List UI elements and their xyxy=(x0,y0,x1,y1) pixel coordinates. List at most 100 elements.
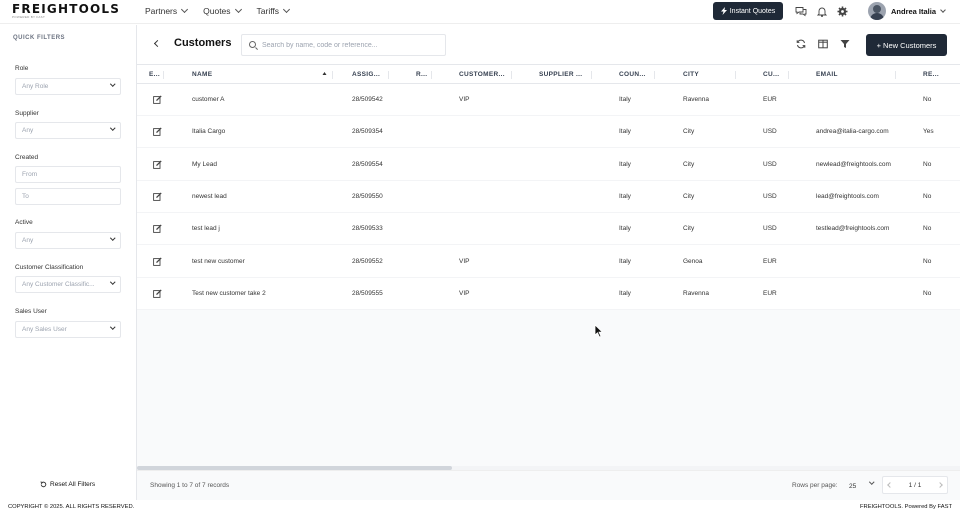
user-name: Andrea Italia xyxy=(891,6,937,16)
cell-re: No xyxy=(923,257,932,265)
sales-user-label: Sales User xyxy=(15,308,47,315)
instant-quotes-button[interactable]: Instant Quotes xyxy=(713,2,783,20)
rows-per-page-value: 25 xyxy=(849,482,857,490)
sort-asc-icon[interactable] xyxy=(322,71,327,76)
cell-assigned: 28/509542 xyxy=(352,96,383,103)
table-row[interactable]: Test new customer take 2 28/509555 VIP Ital… xyxy=(137,277,960,310)
refresh-icon[interactable] xyxy=(796,39,806,49)
chevron-down-icon xyxy=(940,6,946,13)
bell-icon[interactable] xyxy=(816,5,828,17)
col-separator[interactable] xyxy=(388,71,389,79)
chat-icon[interactable] xyxy=(795,5,807,17)
created-to-input[interactable]: To xyxy=(15,188,121,205)
table-row[interactable]: newest lead 28/509550 Italy City USD lead@fre… xyxy=(137,180,960,213)
customer-classification-select[interactable]: Any Customer Classific... xyxy=(15,276,121,293)
col-header-email[interactable]: EMAIL xyxy=(816,71,838,78)
edit-icon[interactable] xyxy=(153,192,162,201)
active-label: Active xyxy=(15,219,33,226)
edit-icon[interactable] xyxy=(153,256,162,266)
nav-partners[interactable]: Partners xyxy=(145,5,189,16)
user-menu[interactable]: Andrea Italia xyxy=(868,2,946,20)
table-row[interactable]: test lead j 28/509533 Italy City USD testlead… xyxy=(137,213,960,246)
prev-page-icon[interactable] xyxy=(887,482,893,488)
freightools-logo[interactable]: FREIGHTOOLS POWERED BY FAST xyxy=(12,3,132,19)
table-row[interactable]: customer A 28/509542 VIP Italy Ravenna EUR No xyxy=(137,84,960,116)
col-separator[interactable] xyxy=(654,71,655,79)
edit-icon[interactable] xyxy=(153,127,162,137)
col-header-assigned[interactable]: ASSIG... xyxy=(352,71,380,78)
gear-icon[interactable] xyxy=(836,5,848,17)
copyright-text: COPYRIGHT © 2025. ALL RIGHTS RESERVED. xyxy=(8,504,135,510)
col-header-country[interactable]: COUN... xyxy=(619,71,646,78)
col-separator[interactable] xyxy=(332,71,333,79)
supplier-select[interactable]: Any xyxy=(15,122,121,139)
cell-currency: EUR xyxy=(763,96,777,103)
nav-quotes[interactable]: Quotes xyxy=(203,5,242,16)
table-row[interactable]: My Lead 28/509554 Italy City USD newlead@frei… xyxy=(137,148,960,181)
columns-icon[interactable] xyxy=(818,39,828,49)
col-separator[interactable] xyxy=(511,71,512,79)
col-header-re[interactable]: RE... xyxy=(923,71,939,78)
col-header-r[interactable]: R... xyxy=(416,71,427,78)
cell-currency: USD xyxy=(763,225,777,233)
page-header: Customers + New Customers xyxy=(137,25,960,64)
col-separator[interactable] xyxy=(163,71,164,79)
col-header-supplier[interactable]: SUPPLIER ... xyxy=(539,71,582,78)
chevron-down-icon xyxy=(181,5,189,14)
sales-user-select[interactable]: Any Sales User xyxy=(15,321,121,338)
created-from-input[interactable]: From xyxy=(15,166,121,183)
col-header-edit[interactable]: E... xyxy=(149,71,160,78)
cell-country: Italy xyxy=(619,192,631,200)
cell-customer: VIP xyxy=(459,289,470,297)
cell-country: Italy xyxy=(619,160,631,168)
cell-re: No xyxy=(923,289,932,297)
nav-tariffs[interactable]: Tariffs xyxy=(257,5,291,16)
col-header-customer[interactable]: CUSTOMER... xyxy=(459,71,505,78)
edit-icon[interactable] xyxy=(153,95,162,104)
records-count: Showing 1 to 7 of 7 records xyxy=(150,482,230,489)
col-separator[interactable] xyxy=(735,71,736,79)
page-title: Customers xyxy=(174,37,232,49)
col-header-city[interactable]: CITY xyxy=(683,71,699,78)
back-arrow-icon[interactable] xyxy=(153,39,162,48)
cell-re: No xyxy=(923,225,932,233)
cell-name: newest lead xyxy=(192,192,227,200)
active-select-value: Any xyxy=(22,237,34,244)
rows-per-page-select[interactable]: 25 xyxy=(843,478,879,494)
cell-email: andrea@italia-cargo.com xyxy=(816,128,889,136)
cell-city: City xyxy=(683,160,695,168)
col-separator[interactable] xyxy=(591,71,592,79)
table-row[interactable]: test new customer 28/509552 VIP Italy Genoa E… xyxy=(137,245,960,278)
cell-name: Test new customer take 2 xyxy=(192,289,266,297)
table-row[interactable]: Italia Cargo 28/509354 Italy City USD andrea@… xyxy=(137,116,960,149)
new-customer-button[interactable]: + New Customers xyxy=(866,34,947,56)
created-label: Created xyxy=(15,154,39,161)
mouse-cursor-icon xyxy=(594,324,604,338)
cell-re: No xyxy=(923,160,932,168)
active-select[interactable]: Any xyxy=(15,232,121,249)
rows-per-page-label: Rows per page: xyxy=(792,482,838,489)
edit-icon[interactable] xyxy=(153,224,162,234)
filter-icon[interactable] xyxy=(840,39,850,49)
cell-city: City xyxy=(683,192,695,200)
cell-assigned: 28/509354 xyxy=(352,128,383,136)
main-nav: Partners Quotes Tariffs xyxy=(145,0,291,22)
edit-icon[interactable] xyxy=(153,160,162,169)
role-select[interactable]: Any Role xyxy=(15,78,121,95)
col-separator[interactable] xyxy=(895,71,896,79)
edit-icon[interactable] xyxy=(153,289,162,298)
sales-user-value: Any Sales User xyxy=(22,326,67,333)
cell-city: Ravenna xyxy=(683,96,710,103)
col-separator[interactable] xyxy=(431,71,432,79)
col-header-currency[interactable]: CU... xyxy=(763,71,779,78)
col-header-name[interactable]: NAME xyxy=(192,71,212,78)
page-indicator: 1 / 1 xyxy=(908,481,922,489)
search-input[interactable] xyxy=(262,41,442,49)
cell-currency: USD xyxy=(763,192,777,200)
reset-filters-button[interactable]: Reset All Filters xyxy=(40,481,95,488)
quick-filters-title: QUICK FILTERS xyxy=(13,35,66,41)
cell-currency: EUR xyxy=(763,289,777,297)
next-page-icon[interactable] xyxy=(937,482,943,488)
col-separator[interactable] xyxy=(788,71,789,79)
cell-name: test new customer xyxy=(192,257,245,265)
